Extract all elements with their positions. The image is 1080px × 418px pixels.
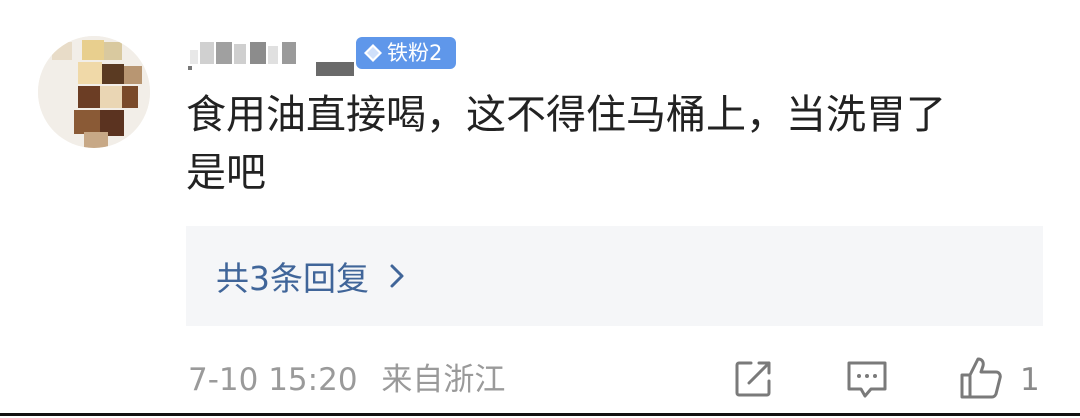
comment-text-line-2: 是吧 xyxy=(186,150,266,196)
chevron-right-icon xyxy=(390,264,404,288)
diamond-icon xyxy=(364,44,382,62)
bottom-divider xyxy=(0,413,1080,416)
comment-icon[interactable] xyxy=(845,359,889,399)
share-icon[interactable] xyxy=(733,359,773,399)
thumbs-up-icon[interactable] xyxy=(958,355,1004,401)
view-replies-button[interactable]: 共3条回复 xyxy=(186,226,1043,326)
replies-count-label: 共3条回复 xyxy=(216,259,369,298)
comment-text: 食用油直接喝，这不得住马桶上，当洗胃了 是吧 xyxy=(186,86,1056,202)
avatar[interactable] xyxy=(38,36,150,148)
location: 来自浙江 xyxy=(381,362,506,398)
fan-badge: 铁粉2 xyxy=(356,37,456,69)
username-blurred[interactable] xyxy=(188,36,358,80)
comment-text-line-1: 食用油直接喝，这不得住马桶上，当洗胃了 xyxy=(186,92,946,138)
comment-meta: 7-10 15:20 来自浙江 xyxy=(188,355,505,405)
like-count: 1 xyxy=(1020,362,1040,398)
timestamp: 7-10 15:20 xyxy=(188,362,358,398)
badge-label: 铁粉2 xyxy=(387,41,443,65)
